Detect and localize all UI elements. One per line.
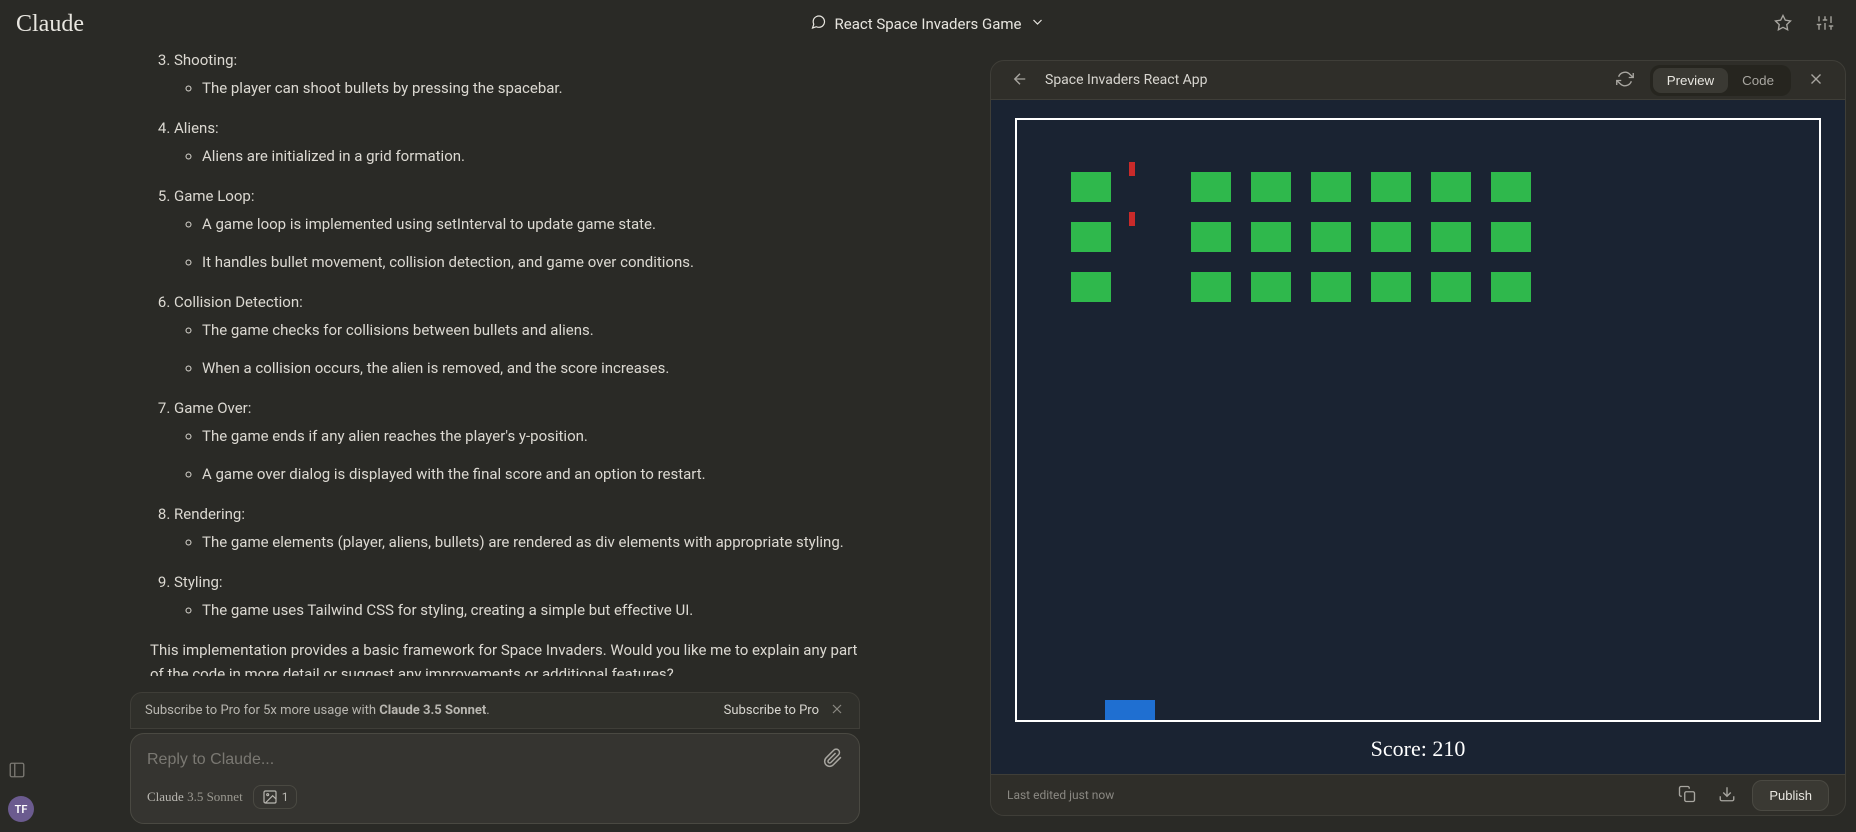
- view-toggle: Preview Code: [1650, 65, 1791, 96]
- settings-sliders-button[interactable]: [1810, 8, 1840, 41]
- alien: [1491, 272, 1531, 302]
- list-item: Styling:The game uses Tailwind CSS for s…: [174, 570, 860, 622]
- list-item: The player can shoot bullets by pressing…: [202, 76, 860, 100]
- alien: [1251, 172, 1291, 202]
- model-label[interactable]: Claude 3.5 Sonnet: [147, 789, 243, 805]
- page-title[interactable]: React Space Invaders Game: [835, 15, 1022, 33]
- bullet: [1129, 212, 1135, 226]
- list-item: When a collision occurs, the alien is re…: [202, 356, 860, 380]
- close-banner-button[interactable]: [829, 701, 845, 720]
- list-item: A game loop is implemented using setInte…: [202, 212, 860, 236]
- alien: [1251, 272, 1291, 302]
- pro-banner: Subscribe to Pro for 5x more usage with …: [130, 692, 860, 729]
- sidebar-toggle-button[interactable]: [8, 761, 26, 782]
- list-item: Aliens:Aliens are initialized in a grid …: [174, 116, 860, 168]
- list-item: The game checks for collisions between b…: [202, 318, 860, 342]
- list-item: It handles bullet movement, collision de…: [202, 250, 860, 274]
- player: [1105, 700, 1155, 720]
- alien: [1371, 172, 1411, 202]
- list-item: A game over dialog is displayed with the…: [202, 462, 860, 486]
- chevron-down-icon[interactable]: [1029, 14, 1045, 34]
- alien: [1371, 222, 1411, 252]
- assistant-message: Shooting:The player can shoot bullets by…: [150, 48, 860, 676]
- list-item: Game Over:The game ends if any alien rea…: [174, 396, 860, 486]
- avatar[interactable]: TF: [8, 796, 34, 822]
- logo: Claude: [16, 11, 84, 38]
- publish-button[interactable]: Publish: [1752, 780, 1829, 811]
- alien: [1191, 172, 1231, 202]
- composer: Claude 3.5 Sonnet 1: [130, 733, 860, 824]
- list-item: The game elements (player, aliens, bulle…: [202, 530, 860, 554]
- close-artifact-button[interactable]: [1801, 64, 1831, 97]
- last-edited-text: Last edited just now: [1007, 788, 1114, 802]
- chat-icon: [811, 14, 827, 34]
- alien: [1431, 272, 1471, 302]
- reply-input[interactable]: [147, 751, 823, 769]
- alien: [1431, 222, 1471, 252]
- score-display: Score: 210: [1371, 736, 1466, 762]
- list-item: Rendering:The game elements (player, ali…: [174, 502, 860, 554]
- list-item: Game Loop:A game loop is implemented usi…: [174, 184, 860, 274]
- attach-button[interactable]: [823, 748, 843, 771]
- alien: [1491, 222, 1531, 252]
- alien: [1071, 272, 1111, 302]
- alien: [1371, 272, 1411, 302]
- attachment-pill[interactable]: 1: [253, 785, 298, 809]
- alien: [1491, 172, 1531, 202]
- alien: [1191, 222, 1231, 252]
- tab-code[interactable]: Code: [1728, 68, 1788, 93]
- list-item: The game uses Tailwind CSS for styling, …: [202, 598, 860, 622]
- alien: [1311, 172, 1351, 202]
- list-item: Collision Detection:The game checks for …: [174, 290, 860, 380]
- back-button[interactable]: [1005, 64, 1035, 97]
- list-item: Aliens are initialized in a grid formati…: [202, 144, 860, 168]
- alien: [1431, 172, 1471, 202]
- alien: [1071, 172, 1111, 202]
- alien: [1071, 222, 1111, 252]
- refresh-button[interactable]: [1610, 64, 1640, 97]
- subscribe-link[interactable]: Subscribe to Pro: [724, 703, 819, 718]
- download-artifact-button[interactable]: [1712, 779, 1742, 812]
- alien: [1311, 222, 1351, 252]
- alien: [1191, 272, 1231, 302]
- alien: [1311, 272, 1351, 302]
- closing-paragraph: This implementation provides a basic fra…: [150, 638, 860, 676]
- star-button[interactable]: [1768, 8, 1798, 41]
- tab-preview[interactable]: Preview: [1653, 68, 1728, 93]
- list-item: The game ends if any alien reaches the p…: [202, 424, 860, 448]
- game-board: [1015, 118, 1821, 722]
- bullet: [1129, 162, 1135, 176]
- game-preview[interactable]: Score: 210: [991, 100, 1845, 774]
- list-item: Shooting:The player can shoot bullets by…: [174, 48, 860, 100]
- alien: [1251, 222, 1291, 252]
- artifact-title: Space Invaders React App: [1045, 72, 1208, 88]
- copy-artifact-button[interactable]: [1672, 779, 1702, 812]
